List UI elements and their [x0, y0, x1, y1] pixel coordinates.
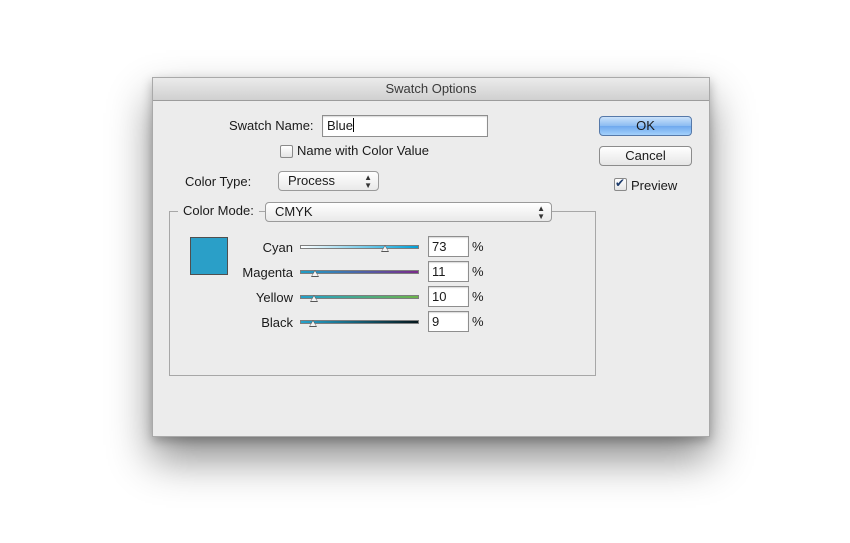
- color-mode-select[interactable]: CMYK ▲ ▼: [265, 202, 552, 222]
- swatch-name-field[interactable]: Blue: [322, 115, 488, 137]
- cancel-button[interactable]: Cancel: [599, 146, 692, 166]
- cyan-slider-track[interactable]: [300, 245, 419, 249]
- swatch-name-value: Blue: [327, 118, 354, 133]
- text-caret: [353, 118, 355, 132]
- preview-checkbox[interactable]: [614, 176, 627, 191]
- swatch-options-dialog: Swatch Options Swatch Name: Blue Name wi…: [152, 77, 710, 437]
- cyan-label: Cyan: [262, 240, 293, 255]
- cyan-value-field[interactable]: 73: [428, 236, 469, 257]
- black-value-field[interactable]: 9: [428, 311, 469, 332]
- color-type-value: Process: [288, 173, 335, 188]
- magenta-slider-thumb[interactable]: [311, 270, 319, 277]
- yellow-label: Yellow: [255, 290, 293, 305]
- black-slider-thumb[interactable]: [309, 320, 317, 327]
- cyan-slider-thumb[interactable]: [381, 245, 389, 252]
- color-mode-value: CMYK: [275, 204, 313, 219]
- magenta-label: Magenta: [242, 265, 293, 280]
- preview-label[interactable]: Preview: [631, 178, 677, 193]
- black-label: Black: [261, 315, 293, 330]
- swatch-name-label: Swatch Name:: [229, 118, 314, 133]
- color-type-label: Color Type:: [185, 174, 252, 189]
- name-with-color-value-label[interactable]: Name with Color Value: [297, 143, 429, 158]
- name-with-color-value-checkbox[interactable]: [280, 145, 293, 158]
- yellow-slider-thumb[interactable]: [310, 295, 318, 302]
- yellow-value-field[interactable]: 10: [428, 286, 469, 307]
- color-mode-label: Color Mode:: [178, 203, 259, 218]
- dialog-title: Swatch Options: [153, 78, 709, 101]
- cyan-percent-unit: %: [472, 239, 484, 254]
- black-percent-unit: %: [472, 314, 484, 329]
- ok-button[interactable]: OK: [599, 116, 692, 136]
- magenta-percent-unit: %: [472, 264, 484, 279]
- yellow-percent-unit: %: [472, 289, 484, 304]
- magenta-value-field[interactable]: 11: [428, 261, 469, 282]
- select-arrows-icon: ▲ ▼: [364, 173, 372, 190]
- black-slider-track[interactable]: [300, 320, 419, 324]
- color-type-select[interactable]: Process ▲ ▼: [278, 171, 379, 191]
- select-arrows-icon: ▲ ▼: [537, 204, 545, 221]
